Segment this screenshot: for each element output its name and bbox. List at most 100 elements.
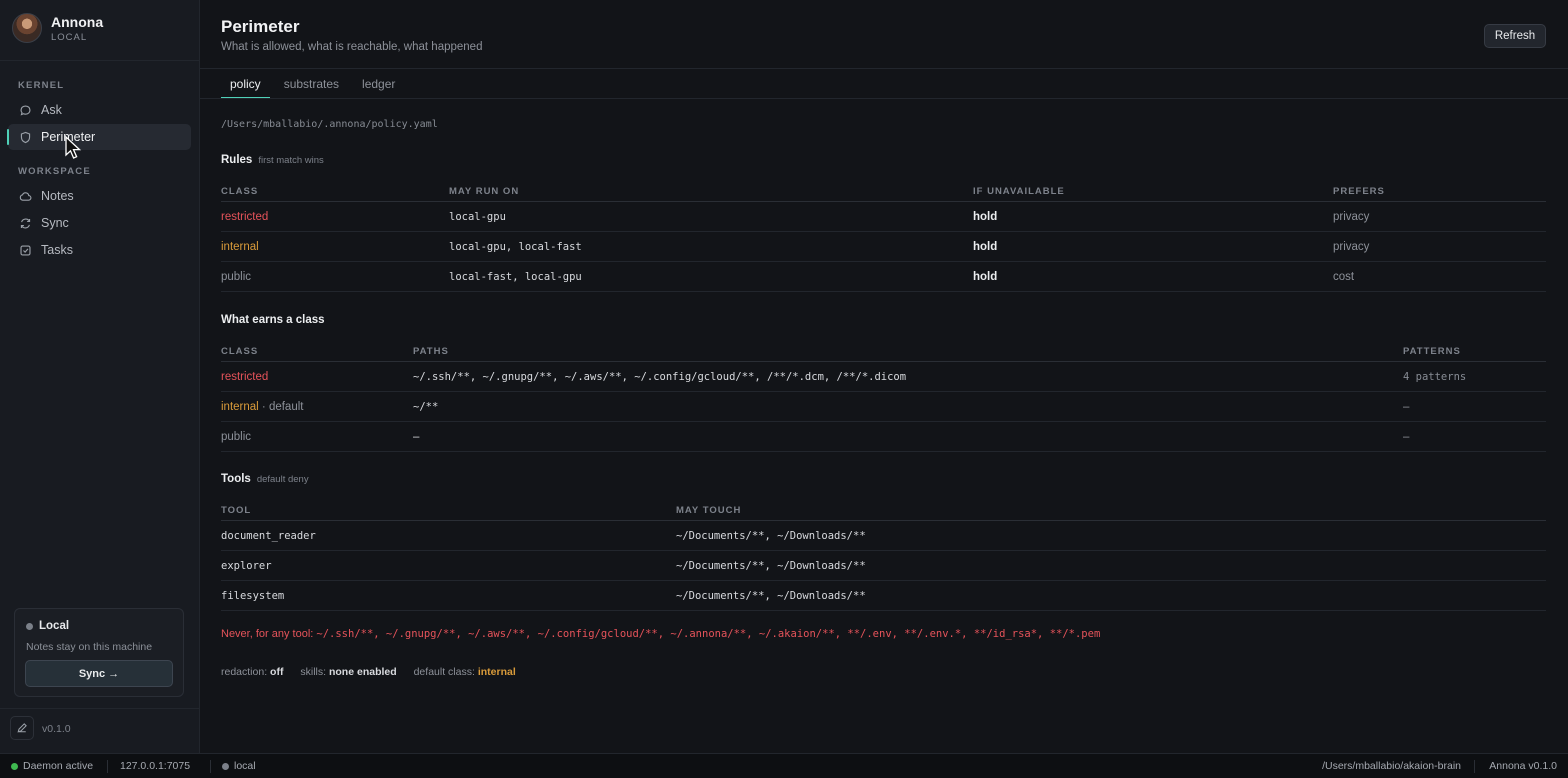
tab-bar: policy substrates ledger	[221, 69, 418, 99]
tab-substrates[interactable]: substrates	[284, 69, 339, 99]
sync-card-subtitle: Notes stay on this machine	[26, 641, 153, 653]
class-name: internal	[221, 400, 259, 413]
page-subtitle: What is allowed, what is reachable, what…	[221, 41, 483, 53]
refresh-icon	[18, 216, 32, 230]
column-header: PATHS	[413, 346, 449, 357]
may-touch: ~/Documents/**, ~/Downloads/**	[676, 589, 866, 602]
daemon-status-text: Daemon active	[23, 760, 94, 772]
table-header: CLASS MAY RUN ON IF UNAVAILABLE PREFERS	[221, 176, 1546, 202]
column-header: CLASS	[221, 346, 259, 357]
checkbox-icon	[18, 243, 32, 257]
pencil-icon	[17, 723, 27, 733]
app-version: Annona v0.1.0	[1489, 760, 1557, 772]
sidebar-divider	[0, 60, 199, 61]
class-name: internal	[221, 240, 259, 253]
redaction-value: off	[270, 666, 284, 678]
local-status-dot	[26, 622, 33, 630]
workspace-path: /Users/mballabio/akaion-brain	[1322, 760, 1461, 772]
table-row: public – –	[221, 422, 1546, 452]
mode-status-dot	[222, 762, 229, 770]
pattern-count: –	[1403, 430, 1410, 443]
prefers: cost	[1333, 270, 1355, 283]
if-unavailable: hold	[973, 210, 998, 223]
section-kernel: KERNEL	[18, 80, 65, 91]
tab-policy[interactable]: policy	[221, 69, 270, 99]
sidebar-item-ask[interactable]: Ask	[8, 97, 191, 123]
sidebar-divider	[0, 708, 199, 709]
cloud-icon	[18, 189, 32, 203]
table-row: internal · default ~/** –	[221, 392, 1546, 422]
class-paths: –	[413, 430, 420, 443]
earns-table: CLASS PATHS PATTERNS restricted ~/.ssh/*…	[221, 336, 1546, 452]
table-row: internal local-gpu, local-fast hold priv…	[221, 232, 1546, 262]
class-name: public	[221, 430, 252, 443]
mode-status: local	[222, 760, 256, 772]
table-header: CLASS PATHS PATTERNS	[221, 336, 1546, 362]
sidebar-item-label: Perimeter	[41, 130, 96, 144]
sidebar-item-perimeter[interactable]: Perimeter	[7, 124, 191, 150]
column-header: IF UNAVAILABLE	[973, 186, 1065, 197]
sidebar-item-sync[interactable]: Sync	[8, 210, 191, 236]
skills-label: skills:	[300, 666, 327, 678]
tools-title: Tools	[221, 473, 251, 485]
may-run-on: local-gpu, local-fast	[449, 240, 582, 253]
sync-card: Local Notes stay on this machine Sync →	[14, 608, 184, 697]
sidebar-item-label: Notes	[41, 189, 74, 203]
rules-title: Rules	[221, 154, 253, 166]
may-touch: ~/Documents/**, ~/Downloads/**	[676, 529, 866, 542]
tools-note: default deny	[256, 474, 309, 485]
column-header: TOOL	[221, 505, 252, 516]
tool-name: filesystem	[221, 589, 285, 602]
table-header: TOOL MAY TOUCH	[221, 495, 1546, 521]
status-bar: Daemon active 127.0.0.1:7075 local /User…	[0, 753, 1568, 778]
shield-icon	[18, 130, 32, 144]
status-separator	[210, 760, 211, 773]
may-touch: ~/Documents/**, ~/Downloads/**	[676, 559, 866, 572]
prefers: privacy	[1333, 240, 1370, 253]
status-separator	[1474, 760, 1475, 773]
class-paths: ~/.ssh/**, ~/.gnupg/**, ~/.aws/**, ~/.co…	[413, 370, 907, 383]
daemon-status: Daemon active	[11, 760, 93, 772]
default-suffix: · default	[261, 400, 304, 413]
main-panel: Perimeter What is allowed, what is reach…	[200, 0, 1568, 753]
tab-ledger[interactable]: ledger	[362, 69, 395, 99]
sidebar-item-label: Tasks	[41, 243, 73, 257]
skills-value: none enabled	[328, 666, 397, 678]
rules-heading: Rules first match wins	[221, 154, 324, 166]
edit-button[interactable]	[10, 716, 34, 740]
class-name: restricted	[221, 370, 269, 383]
pattern-count: 4 patterns	[1403, 370, 1467, 383]
sync-card-title-row: Local	[26, 620, 69, 632]
sidebar: Annona LOCAL KERNEL Ask Perimeter WORKSP…	[0, 0, 200, 753]
tools-table: TOOL MAY TOUCH document_reader ~/Documen…	[221, 495, 1546, 611]
avatar	[12, 13, 42, 43]
sync-button[interactable]: Sync →	[25, 660, 173, 687]
table-row: restricted local-gpu hold privacy	[221, 202, 1546, 232]
sidebar-item-label: Sync	[41, 216, 69, 230]
if-unavailable: hold	[973, 240, 998, 253]
daemon-status-dot	[11, 762, 18, 770]
may-run-on: local-gpu	[449, 210, 506, 223]
section-workspace: WORKSPACE	[18, 166, 91, 177]
brand[interactable]: Annona LOCAL	[12, 13, 103, 43]
sidebar-item-tasks[interactable]: Tasks	[8, 237, 191, 263]
sidebar-version: v0.1.0	[42, 723, 71, 735]
rules-note: first match wins	[258, 155, 324, 166]
column-header: CLASS	[221, 186, 259, 197]
sidebar-item-label: Ask	[41, 103, 62, 117]
app-name: Annona	[51, 13, 104, 30]
table-row: document_reader ~/Documents/**, ~/Downlo…	[221, 521, 1546, 551]
policy-file-path: /Users/mballabio/.annona/policy.yaml	[221, 119, 438, 130]
prefers: privacy	[1333, 210, 1370, 223]
column-header: MAY TOUCH	[676, 505, 742, 516]
sync-card-title: Local	[39, 620, 70, 632]
table-row: restricted ~/.ssh/**, ~/.gnupg/**, ~/.aw…	[221, 362, 1546, 392]
tool-name: document_reader	[221, 529, 316, 542]
tool-name: explorer	[221, 559, 272, 572]
refresh-button[interactable]: Refresh	[1484, 24, 1546, 48]
daemon-address: 127.0.0.1:7075	[120, 760, 191, 772]
if-unavailable: hold	[973, 270, 998, 283]
sidebar-item-notes[interactable]: Notes	[8, 183, 191, 209]
class-paths: ~/**	[413, 400, 439, 413]
chat-bubble-icon	[18, 103, 32, 117]
